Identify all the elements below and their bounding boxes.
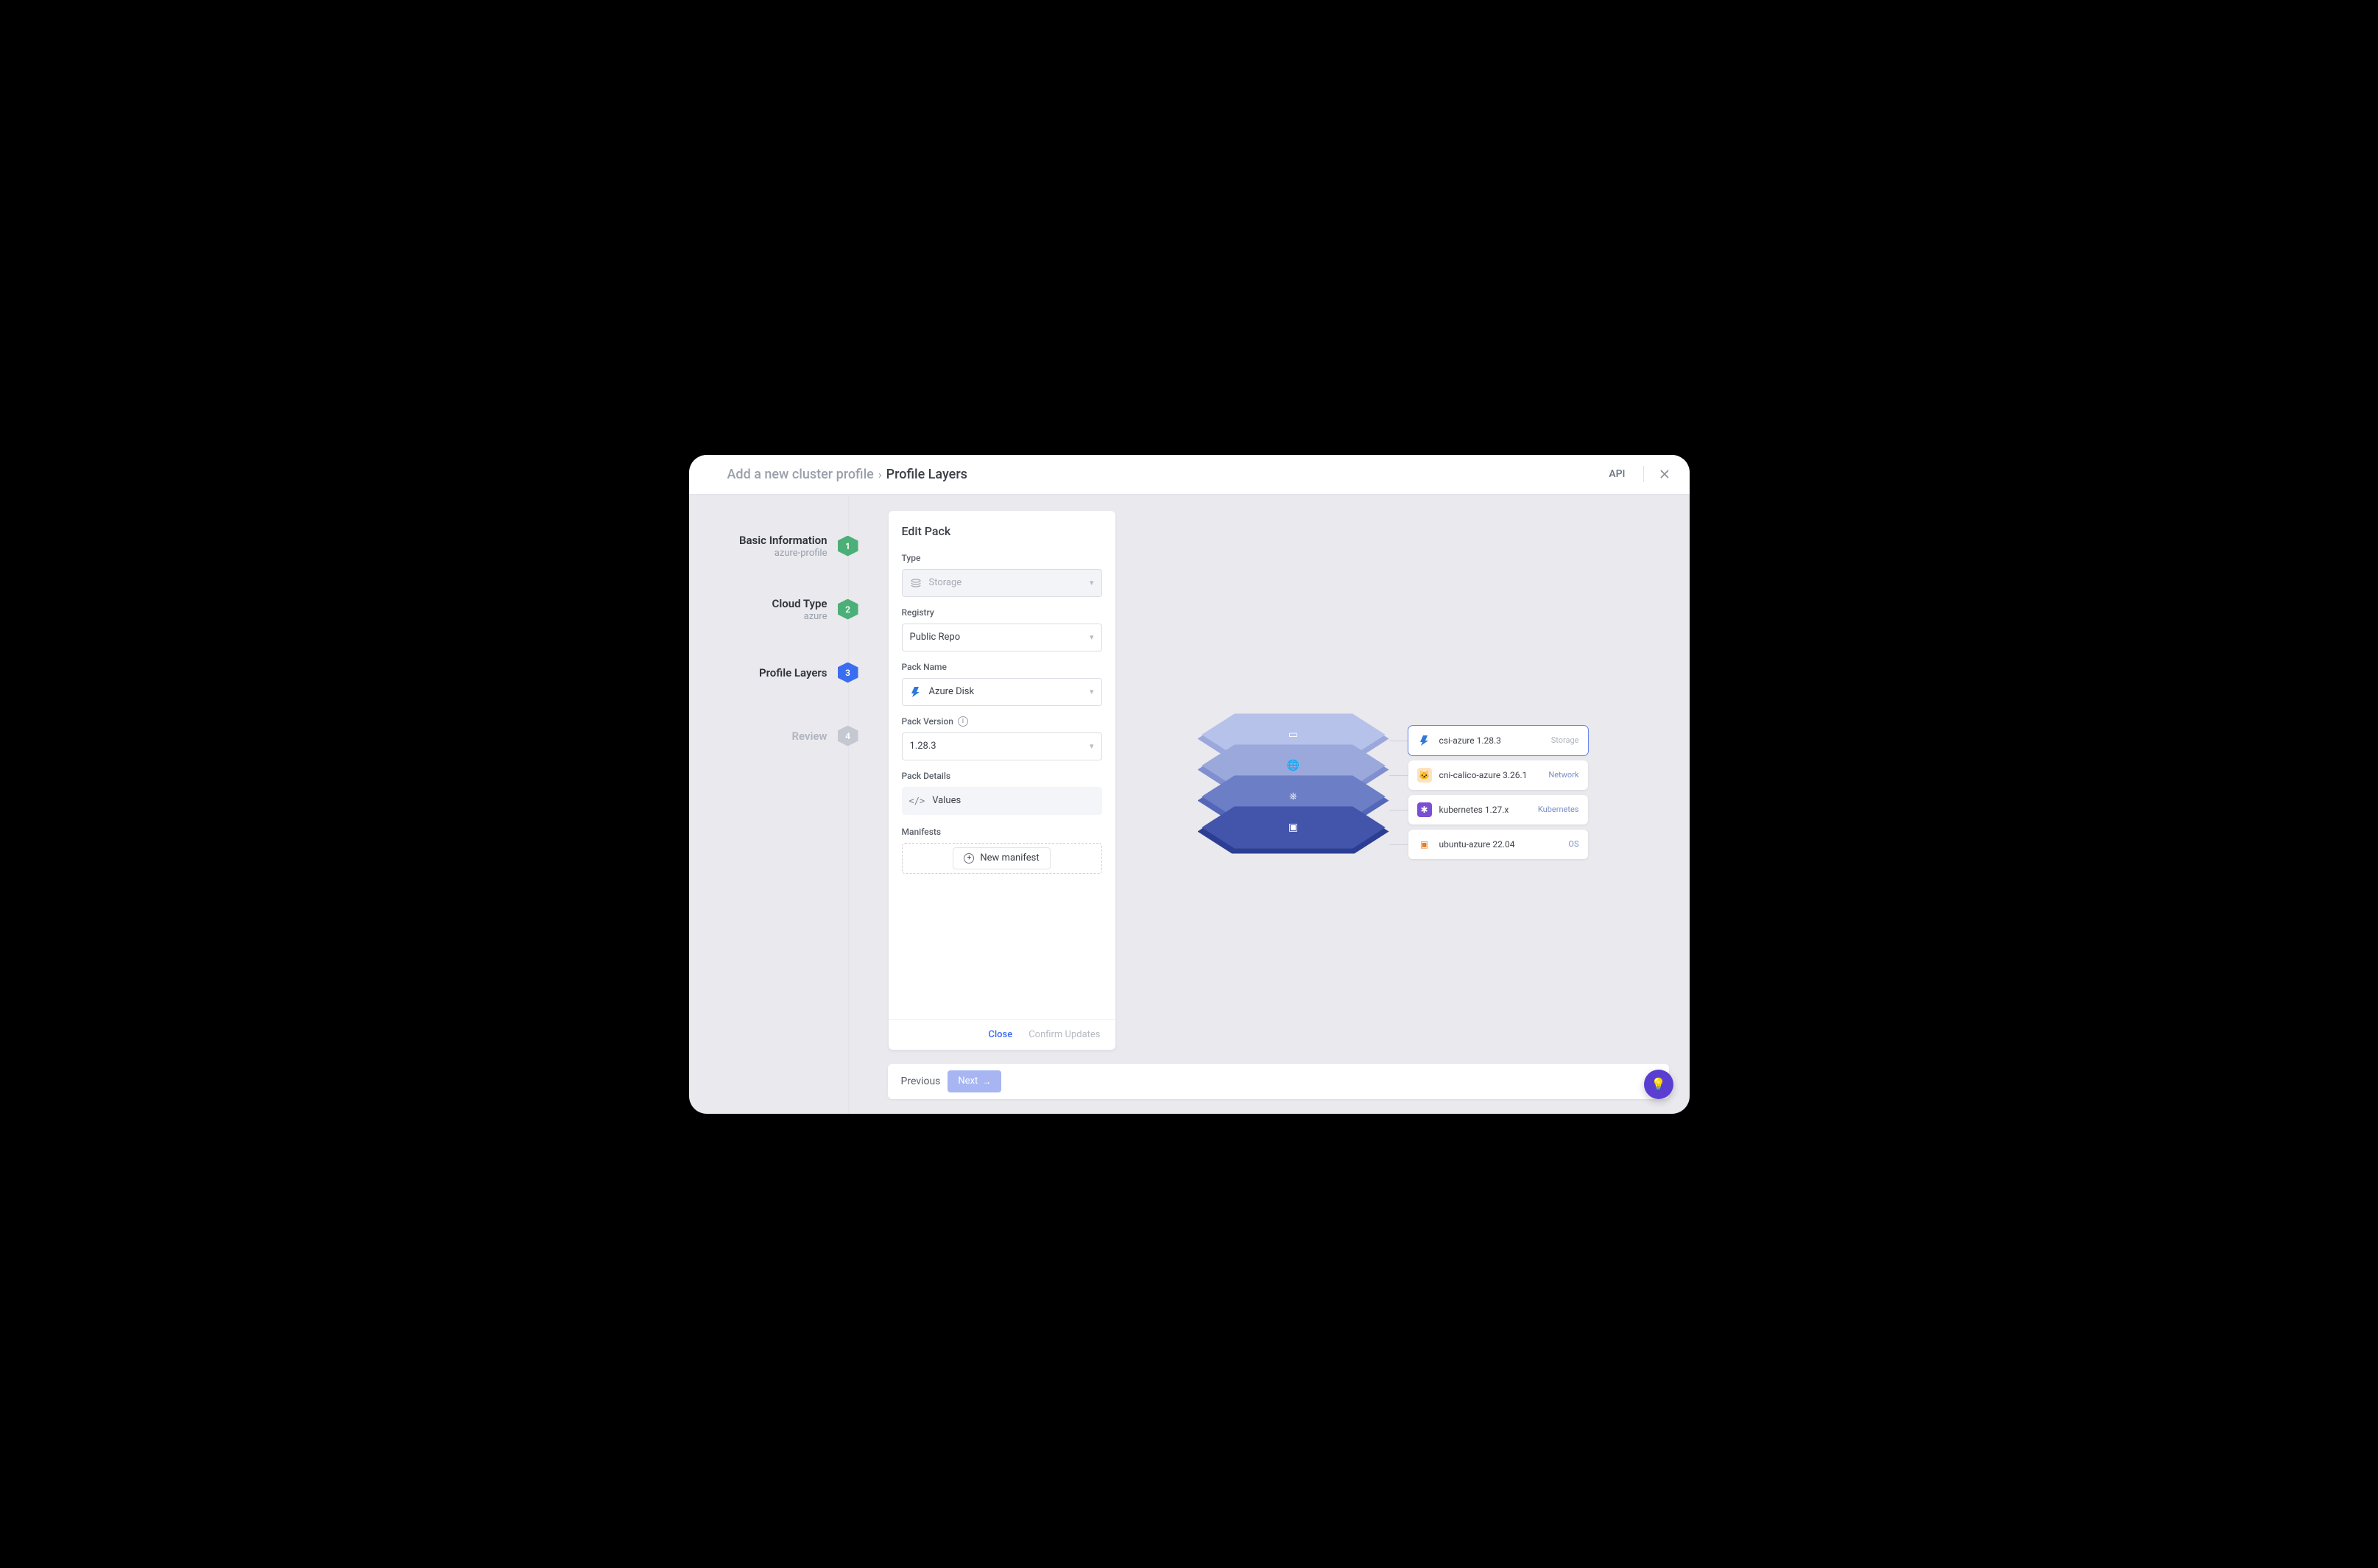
pack-version-select[interactable]: 1.28.3 ▾ xyxy=(902,732,1102,760)
step-badge-icon: 1 xyxy=(838,536,858,557)
chevron-down-icon: ▾ xyxy=(1090,578,1094,587)
disk-icon: ▭ xyxy=(1288,729,1298,741)
panel-title: Edit Pack xyxy=(889,511,1115,548)
chevron-down-icon: ▾ xyxy=(1090,687,1094,696)
info-icon[interactable]: i xyxy=(958,716,968,727)
step-cloud-type[interactable]: Cloud Type azure 2 xyxy=(689,595,848,624)
values-row[interactable]: </> Values xyxy=(902,787,1102,815)
layer-graphic-os: ▣ xyxy=(1198,810,1389,854)
step-review[interactable]: Review 4 xyxy=(689,721,848,751)
breadcrumb-leaf: Profile Layers xyxy=(886,467,967,482)
stepper-column: Basic Information azure-profile 1 Cloud … xyxy=(689,495,849,1114)
breadcrumb-separator: › xyxy=(878,467,882,481)
layer-card-name: ubuntu-azure 22.04 xyxy=(1439,839,1515,850)
chevron-down-icon: ▾ xyxy=(1090,632,1094,642)
bottom-action-bar: Previous Next → xyxy=(888,1064,1669,1099)
layer-card-list: csi-azure 1.28.3 Storage 🐱 cni-calico-az… xyxy=(1408,726,1588,864)
step-subtitle: azure xyxy=(772,611,828,622)
layer-canvas: ▭ 🌐 ⎈ ▣ csi-azure 1.28.3 Storage 🐱 cni-c… xyxy=(1115,495,1690,1114)
lightbulb-icon: 💡 xyxy=(1651,1077,1666,1091)
panel-footer: Close Confirm Updates xyxy=(889,1019,1115,1050)
layer-card-os[interactable]: ▣ ubuntu-azure 22.04 OS xyxy=(1408,830,1588,859)
ubuntu-icon: ▣ xyxy=(1417,837,1432,852)
step-badge-icon: 4 xyxy=(838,726,858,746)
new-manifest-button[interactable]: + New manifest xyxy=(953,847,1050,869)
step-title: Cloud Type xyxy=(772,597,828,610)
pack-name-value: Azure Disk xyxy=(929,686,975,697)
step-subtitle: azure-profile xyxy=(739,548,828,559)
manifest-dropzone: + New manifest xyxy=(902,843,1102,874)
confirm-updates-button: Confirm Updates xyxy=(1029,1029,1100,1040)
type-value: Storage xyxy=(929,577,962,588)
type-label: Type xyxy=(902,553,1102,563)
step-badge-icon: 3 xyxy=(838,663,858,683)
connector-line xyxy=(1389,810,1408,811)
connector-line xyxy=(1389,775,1408,776)
next-button[interactable]: Next → xyxy=(948,1070,1001,1092)
chevron-down-icon: ▾ xyxy=(1090,741,1094,751)
step-title: Review xyxy=(791,730,827,743)
pack-details-label: Pack Details xyxy=(902,771,1102,781)
layer-card-tag: OS xyxy=(1568,839,1578,849)
registry-label: Registry xyxy=(902,607,1102,618)
layer-card-name: csi-azure 1.28.3 xyxy=(1439,735,1501,746)
values-label: Values xyxy=(932,795,961,806)
layer-card-storage[interactable]: csi-azure 1.28.3 Storage xyxy=(1408,726,1588,755)
step-badge-icon: 2 xyxy=(838,599,858,620)
header-divider xyxy=(1643,466,1644,482)
azure-icon xyxy=(910,686,922,698)
storage-icon xyxy=(910,577,922,589)
plus-circle-icon: + xyxy=(964,853,974,864)
step-title: Profile Layers xyxy=(759,666,828,679)
screen-icon: ▣ xyxy=(1288,822,1298,833)
layer-card-tag: Network xyxy=(1548,770,1578,780)
layer-card-tag: Storage xyxy=(1551,735,1579,745)
helm-icon: ⎈ xyxy=(1289,791,1297,802)
previous-button[interactable]: Previous xyxy=(901,1076,941,1087)
body-row: Basic Information azure-profile 1 Cloud … xyxy=(689,495,1690,1114)
step-profile-layers[interactable]: Profile Layers 3 xyxy=(689,658,848,688)
connector-line xyxy=(1389,844,1408,845)
pack-version-label: Pack Version i xyxy=(902,716,1102,727)
pack-name-select[interactable]: Azure Disk ▾ xyxy=(902,678,1102,706)
globe-icon: 🌐 xyxy=(1287,760,1299,771)
pack-version-value: 1.28.3 xyxy=(910,741,936,752)
close-icon[interactable] xyxy=(1657,467,1672,481)
layer-card-name: kubernetes 1.27.x xyxy=(1439,805,1509,815)
breadcrumb-root[interactable]: Add a new cluster profile xyxy=(727,467,874,482)
registry-value: Public Repo xyxy=(910,632,961,643)
next-label: Next xyxy=(958,1076,978,1087)
layer-card-network[interactable]: 🐱 cni-calico-azure 3.26.1 Network xyxy=(1408,760,1588,790)
step-basic-information[interactable]: Basic Information azure-profile 1 xyxy=(689,532,848,561)
arrow-right-icon: → xyxy=(982,1076,991,1087)
layer-stack-graphic: ▭ 🌐 ⎈ ▣ xyxy=(1198,717,1389,841)
header-bar: Add a new cluster profile › Profile Laye… xyxy=(689,455,1690,495)
step-title: Basic Information xyxy=(739,534,828,547)
help-fab[interactable]: 💡 xyxy=(1644,1070,1673,1099)
type-select: Storage ▾ xyxy=(902,569,1102,597)
azure-icon xyxy=(1417,733,1432,748)
close-button[interactable]: Close xyxy=(988,1029,1012,1040)
layer-card-name: cni-calico-azure 3.26.1 xyxy=(1439,770,1528,780)
manifests-label: Manifests xyxy=(902,827,1102,837)
new-manifest-label: New manifest xyxy=(980,852,1039,864)
app-shell: Add a new cluster profile › Profile Laye… xyxy=(689,455,1690,1114)
calico-icon: 🐱 xyxy=(1417,768,1432,783)
pack-name-label: Pack Name xyxy=(902,662,1102,672)
api-link[interactable]: API xyxy=(1609,468,1625,480)
kubernetes-icon: ✱ xyxy=(1417,802,1432,817)
edit-pack-panel: Edit Pack Type Storage ▾ Registry Public… xyxy=(889,511,1115,1050)
registry-select[interactable]: Public Repo ▾ xyxy=(902,624,1102,651)
code-icon: </> xyxy=(909,796,925,806)
layer-card-tag: Kubernetes xyxy=(1538,805,1579,814)
layer-card-kubernetes[interactable]: ✱ kubernetes 1.27.x Kubernetes xyxy=(1408,795,1588,824)
